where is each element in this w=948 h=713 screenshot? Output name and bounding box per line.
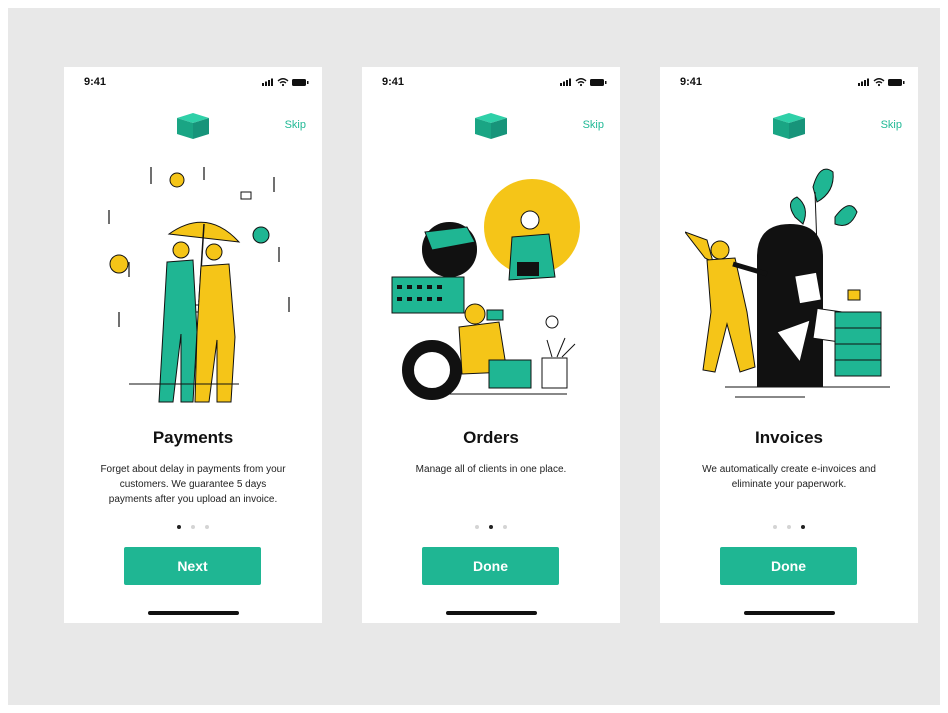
basket-icon <box>240 191 252 200</box>
signal-icon <box>560 78 571 86</box>
battery-icon <box>590 79 607 86</box>
page-dot <box>475 525 479 529</box>
invoices-illustration <box>685 168 890 398</box>
cube-logo-icon <box>177 113 209 139</box>
page-dot-active <box>489 525 493 529</box>
orders-illustration <box>391 179 580 400</box>
page-dot <box>191 525 195 529</box>
canvas-background: 9:41 Skip Payments Forget about delay in… <box>8 8 940 705</box>
page-dot-active <box>177 525 181 529</box>
coin-icon <box>169 172 185 188</box>
skip-link[interactable]: Skip <box>881 119 902 131</box>
onboarding-screen-orders: 9:41 Skip Orders Manage all of clients i… <box>362 67 620 623</box>
next-button[interactable]: Next <box>124 547 261 585</box>
cube-logo-icon <box>773 113 805 139</box>
page-indicator <box>177 524 209 530</box>
battery-icon <box>292 79 309 86</box>
page-indicator <box>773 524 805 530</box>
done-button[interactable]: Done <box>720 547 857 585</box>
screen-title: Invoices <box>754 428 824 447</box>
status-time: 9:41 <box>382 76 405 88</box>
wifi-icon <box>873 78 885 87</box>
screen-description: We automatically create e-invoices and e… <box>702 464 876 490</box>
coin-icon <box>109 254 129 274</box>
status-icons <box>262 78 309 87</box>
onboarding-screen-invoices: 9:41 Skip Invoices We automatically crea… <box>660 67 918 623</box>
status-icons <box>560 78 607 87</box>
page-indicator <box>475 524 507 530</box>
screen-title: Payments <box>152 428 234 447</box>
page-dot-active <box>801 525 805 529</box>
page-dot <box>205 525 209 529</box>
home-indicator <box>148 611 239 615</box>
battery-icon <box>888 79 905 86</box>
status-icons <box>858 78 905 87</box>
screen-description: Manage all of clients in one place. <box>415 464 567 475</box>
signal-icon <box>262 78 273 86</box>
home-indicator <box>446 611 537 615</box>
wifi-icon <box>277 78 289 87</box>
skip-link[interactable]: Skip <box>285 119 306 131</box>
screen-description: Forget about delay in payments from your… <box>100 464 286 505</box>
cube-logo-icon <box>475 113 507 139</box>
onboarding-screen-payments: 9:41 Skip Payments Forget about delay in… <box>64 67 322 623</box>
page-dot <box>787 525 791 529</box>
status-time: 9:41 <box>680 76 703 88</box>
skip-link[interactable]: Skip <box>583 119 604 131</box>
wifi-icon <box>575 78 587 87</box>
payments-illustration <box>108 167 290 403</box>
coin-icon <box>252 226 270 244</box>
done-button[interactable]: Done <box>422 547 559 585</box>
screen-title: Orders <box>463 428 519 447</box>
status-time: 9:41 <box>84 76 107 88</box>
home-indicator <box>744 611 835 615</box>
signal-icon <box>858 78 869 86</box>
page-dot <box>773 525 777 529</box>
page-dot <box>503 525 507 529</box>
